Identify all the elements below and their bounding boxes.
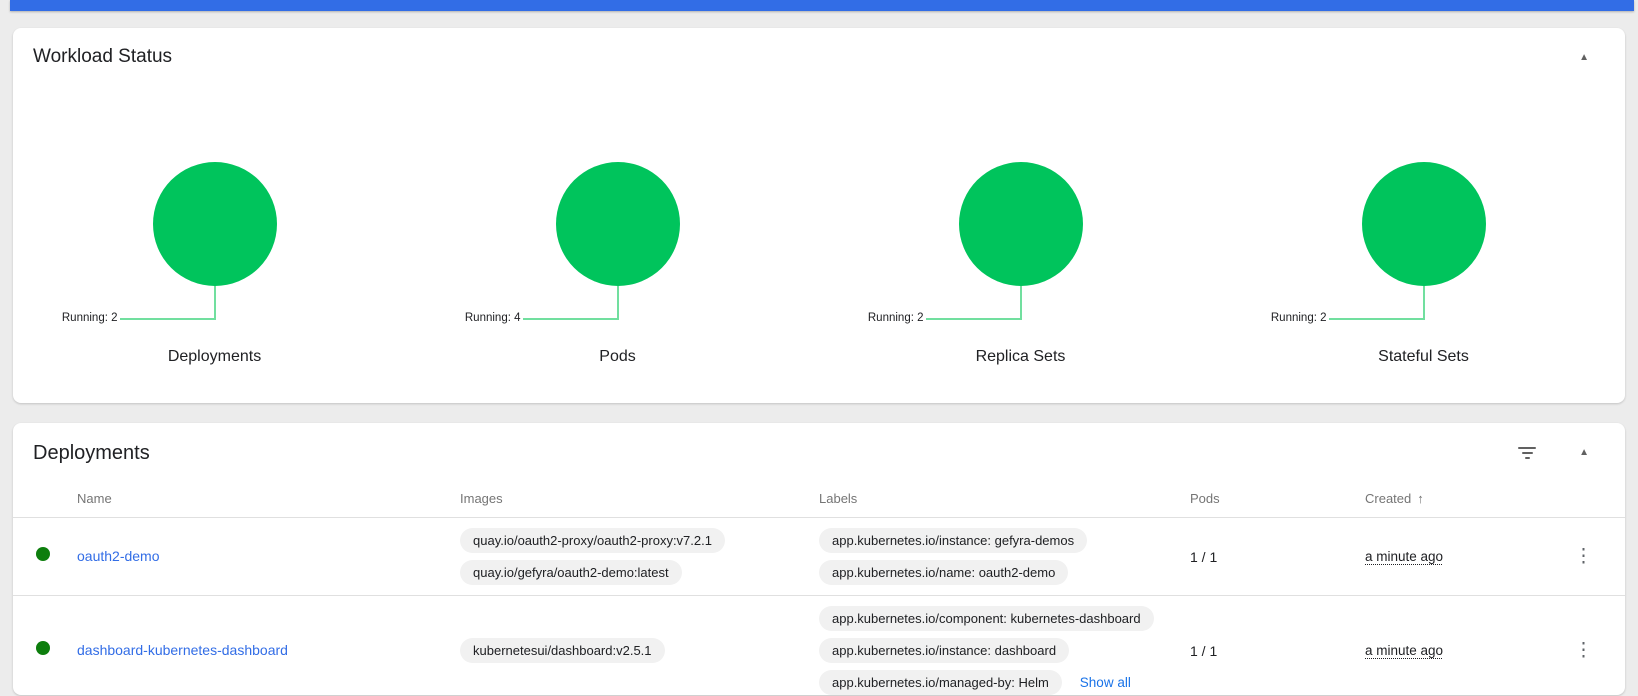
workload-status-actions: ▲ (1565, 44, 1603, 68)
relative-time: a minute ago (1365, 548, 1444, 564)
chart-title: Replica Sets (975, 348, 1066, 365)
running-count-label: Running: 4 (464, 312, 521, 324)
pods-cell: 1 / 1 (1190, 642, 1218, 659)
label-chip: app.kubernetes.io/instance: dashboard (819, 638, 1070, 663)
image-chip: quay.io/oauth2-proxy/oauth2-proxy:v7.2.1 (460, 528, 725, 553)
collapse-card-icon[interactable]: ▲ (1565, 443, 1603, 463)
chart-title: Deployments (167, 348, 262, 365)
filter-icon-bar (1524, 457, 1530, 459)
chart-title: Stateful Sets (1378, 348, 1469, 365)
running-pie (958, 162, 1083, 286)
table-row: oauth2-demo quay.io/oauth2-proxy/oauth2-… (13, 517, 1625, 595)
created-cell: a minute ago (1365, 642, 1557, 660)
actions-cell: ⋮ (1557, 640, 1625, 662)
workload-chart-stateful-sets: Running: 2 Stateful Sets (1222, 162, 1625, 366)
status-cell (13, 641, 77, 660)
running-count-label: Running: 2 (867, 312, 924, 324)
replica-sets-pie-chart: Running: 2 (819, 162, 1222, 324)
leader-line (522, 318, 618, 320)
leader-line (1422, 286, 1425, 320)
leader-line (213, 286, 216, 320)
workload-chart-deployments: Running: 2 Deployments (13, 162, 416, 366)
column-header-labels: Labels (819, 490, 858, 506)
filter-icon-bar (1521, 452, 1533, 454)
status-cell (13, 547, 77, 566)
relative-time: a minute ago (1365, 642, 1444, 658)
label-chip: app.kubernetes.io/component: kubernetes-… (819, 606, 1154, 631)
label-chip-line: app.kubernetes.io/managed-by: Helm Show … (819, 670, 1131, 695)
chart-title: Pods (599, 348, 636, 365)
stateful-sets-pie-chart: Running: 2 (1222, 162, 1625, 324)
leader-line (616, 286, 619, 320)
table-header-row: Name Images Labels Pods Created ↑ (13, 479, 1625, 517)
name-cell: oauth2-demo (77, 548, 460, 566)
running-count-label: Running: 2 (61, 312, 118, 324)
label-chip: app.kubernetes.io/instance: gefyra-demos (819, 528, 1088, 553)
column-header-images: Images (460, 490, 503, 506)
filter-icon-bar (1518, 447, 1537, 449)
column-header-created[interactable]: Created ↑ (1365, 491, 1557, 506)
running-pie (1361, 162, 1486, 286)
deployments-actions: ▲ (1517, 439, 1603, 463)
leader-line (1328, 318, 1424, 320)
workload-status-card: Workload Status ▲ Running: 2 Deployments… (13, 28, 1625, 403)
sort-ascending-icon: ↑ (1417, 490, 1424, 506)
running-count-label: Running: 2 (1270, 312, 1327, 324)
deployment-name-link[interactable]: dashboard-kubernetes-dashboard (77, 642, 288, 658)
deployments-header: Deployments ▲ (13, 423, 1625, 467)
deployments-card: Deployments ▲ Name Images Labels Pods Cr… (13, 423, 1625, 695)
pods-cell: 1 / 1 (1190, 548, 1218, 565)
deployments-pie-chart: Running: 2 (13, 162, 416, 324)
app-header-bar (10, 0, 1634, 11)
deployments-title: Deployments (33, 442, 150, 464)
label-chip: app.kubernetes.io/name: oauth2-demo (819, 560, 1069, 585)
name-cell: dashboard-kubernetes-dashboard (77, 642, 460, 660)
collapse-card-icon[interactable]: ▲ (1565, 48, 1603, 68)
labels-cell: app.kubernetes.io/component: kubernetes-… (819, 596, 1190, 695)
leader-line (925, 318, 1021, 320)
images-cell: quay.io/oauth2-proxy/oauth2-proxy:v7.2.1… (460, 518, 819, 595)
deployments-table: Name Images Labels Pods Created ↑ oauth2… (13, 479, 1625, 695)
images-cell: kubernetesui/dashboard:v2.5.1 (460, 628, 819, 673)
image-chip: quay.io/gefyra/oauth2-demo:latest (460, 560, 682, 585)
label-chip: app.kubernetes.io/managed-by: Helm (819, 670, 1062, 695)
workload-status-title: Workload Status (33, 46, 173, 67)
workload-charts-row: Running: 2 Deployments Running: 4 Pods R… (13, 162, 1625, 366)
filter-icon[interactable] (1517, 444, 1537, 462)
row-menu-kebab-icon[interactable]: ⋮ (1568, 640, 1599, 662)
pods-pie-chart: Running: 4 (416, 162, 819, 324)
show-all-labels-link[interactable]: Show all (1080, 675, 1131, 690)
actions-cell: ⋮ (1557, 546, 1625, 568)
created-cell: a minute ago (1365, 548, 1557, 566)
workload-status-header: Workload Status ▲ (13, 28, 1625, 70)
image-chip: kubernetesui/dashboard:v2.5.1 (460, 638, 665, 663)
workload-chart-pods: Running: 4 Pods (416, 162, 819, 366)
deployment-name-link[interactable]: oauth2-demo (77, 548, 160, 564)
leader-line (119, 318, 215, 320)
running-pie (555, 162, 680, 286)
labels-cell: app.kubernetes.io/instance: gefyra-demos… (819, 518, 1190, 595)
table-row: dashboard-kubernetes-dashboard kubernete… (13, 595, 1625, 695)
running-pie (152, 162, 277, 286)
workload-chart-replica-sets: Running: 2 Replica Sets (819, 162, 1222, 366)
column-header-pods: Pods (1190, 490, 1220, 506)
column-header-name[interactable]: Name (77, 491, 460, 506)
leader-line (1019, 286, 1022, 320)
running-status-icon (36, 547, 50, 561)
row-menu-kebab-icon[interactable]: ⋮ (1568, 546, 1599, 568)
running-status-icon (36, 641, 50, 655)
